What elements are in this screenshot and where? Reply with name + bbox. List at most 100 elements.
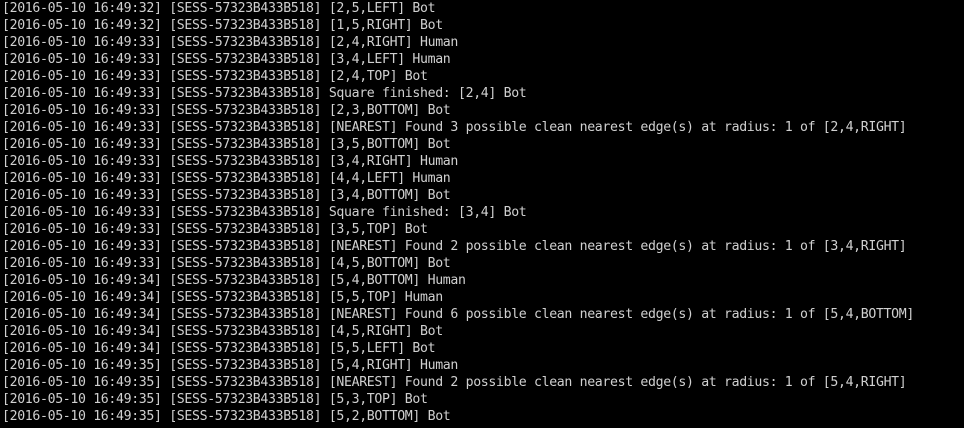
log-message: [3,4,BOTTOM] Bot: [328, 188, 451, 203]
log-session-id: [SESS-57323B433B518]: [169, 69, 322, 84]
log-line: [2016-05-10 16:49:33] [SESS-57323B433B51…: [2, 238, 914, 255]
terminal-window[interactable]: [2016-05-10 16:49:32] [SESS-57323B433B51…: [0, 0, 964, 428]
log-line: [2016-05-10 16:49:33] [SESS-57323B433B51…: [2, 34, 914, 51]
log-session-id: [SESS-57323B433B518]: [169, 273, 322, 288]
log-message: [4,5,RIGHT] Bot: [328, 324, 443, 339]
log-session-id: [SESS-57323B433B518]: [169, 256, 322, 271]
log-timestamp: [2016-05-10 16:49:33]: [2, 222, 162, 237]
log-line: [2016-05-10 16:49:34] [SESS-57323B433B51…: [2, 340, 914, 357]
log-timestamp: [2016-05-10 16:49:32]: [2, 1, 162, 16]
log-line: [2016-05-10 16:49:35] [SESS-57323B433B51…: [2, 357, 914, 374]
log-message: [1,5,RIGHT] Bot: [328, 18, 443, 33]
log-session-id: [SESS-57323B433B518]: [169, 137, 322, 152]
log-timestamp: [2016-05-10 16:49:33]: [2, 239, 162, 254]
log-timestamp: [2016-05-10 16:49:33]: [2, 256, 162, 271]
log-message: [2,5,LEFT] Bot: [328, 1, 436, 16]
log-timestamp: [2016-05-10 16:49:33]: [2, 86, 162, 101]
log-message: [5,5,LEFT] Bot: [328, 341, 436, 356]
log-message: [NEAREST] Found 2 possible clean nearest…: [328, 375, 907, 390]
log-timestamp: [2016-05-10 16:49:33]: [2, 137, 162, 152]
log-timestamp: [2016-05-10 16:49:34]: [2, 341, 162, 356]
log-message: [4,4,LEFT] Human: [328, 171, 451, 186]
log-timestamp: [2016-05-10 16:49:33]: [2, 69, 162, 84]
log-timestamp: [2016-05-10 16:49:34]: [2, 290, 162, 305]
log-line: [2016-05-10 16:49:34] [SESS-57323B433B51…: [2, 306, 914, 323]
log-message: [4,5,BOTTOM] Bot: [328, 256, 451, 271]
log-message: [NEAREST] Found 6 possible clean nearest…: [328, 307, 915, 322]
log-timestamp: [2016-05-10 16:49:33]: [2, 171, 162, 186]
log-timestamp: [2016-05-10 16:49:32]: [2, 18, 162, 33]
log-timestamp: [2016-05-10 16:49:33]: [2, 35, 162, 50]
log-message: [5,4,BOTTOM] Human: [328, 273, 466, 288]
log-session-id: [SESS-57323B433B518]: [169, 35, 322, 50]
log-line: [2016-05-10 16:49:35] [SESS-57323B433B51…: [2, 374, 914, 391]
log-line: [2016-05-10 16:49:32] [SESS-57323B433B51…: [2, 17, 914, 34]
log-line: [2016-05-10 16:49:34] [SESS-57323B433B51…: [2, 272, 914, 289]
log-timestamp: [2016-05-10 16:49:35]: [2, 375, 162, 390]
log-line: [2016-05-10 16:49:33] [SESS-57323B433B51…: [2, 153, 914, 170]
log-timestamp: [2016-05-10 16:49:33]: [2, 120, 162, 135]
log-timestamp: [2016-05-10 16:49:35]: [2, 409, 162, 424]
log-timestamp: [2016-05-10 16:49:33]: [2, 205, 162, 220]
log-session-id: [SESS-57323B433B518]: [169, 409, 322, 424]
log-timestamp: [2016-05-10 16:49:33]: [2, 103, 162, 118]
log-message: [NEAREST] Found 2 possible clean nearest…: [328, 239, 907, 254]
log-session-id: [SESS-57323B433B518]: [169, 154, 322, 169]
log-timestamp: [2016-05-10 16:49:34]: [2, 324, 162, 339]
log-session-id: [SESS-57323B433B518]: [169, 1, 322, 16]
log-message: [2,3,BOTTOM] Bot: [328, 103, 451, 118]
log-timestamp: [2016-05-10 16:49:35]: [2, 358, 162, 373]
log-session-id: [SESS-57323B433B518]: [169, 358, 322, 373]
log-line: [2016-05-10 16:49:33] [SESS-57323B433B51…: [2, 119, 914, 136]
log-session-id: [SESS-57323B433B518]: [169, 120, 322, 135]
log-line: [2016-05-10 16:49:35] [SESS-57323B433B51…: [2, 391, 914, 408]
log-session-id: [SESS-57323B433B518]: [169, 18, 322, 33]
log-session-id: [SESS-57323B433B518]: [169, 52, 322, 67]
log-message: [5,3,TOP] Bot: [328, 392, 428, 407]
log-line: [2016-05-10 16:49:33] [SESS-57323B433B51…: [2, 51, 914, 68]
log-line: [2016-05-10 16:49:33] [SESS-57323B433B51…: [2, 136, 914, 153]
log-line: [2016-05-10 16:49:33] [SESS-57323B433B51…: [2, 221, 914, 238]
log-line: [2016-05-10 16:49:33] [SESS-57323B433B51…: [2, 85, 914, 102]
log-line: [2016-05-10 16:49:33] [SESS-57323B433B51…: [2, 170, 914, 187]
log-session-id: [SESS-57323B433B518]: [169, 392, 322, 407]
log-line: [2016-05-10 16:49:34] [SESS-57323B433B51…: [2, 323, 914, 340]
log-line: [2016-05-10 16:49:33] [SESS-57323B433B51…: [2, 255, 914, 272]
log-message: [3,4,RIGHT] Human: [328, 154, 459, 169]
log-message: Square finished: [3,4] Bot: [328, 205, 527, 220]
log-session-id: [SESS-57323B433B518]: [169, 307, 322, 322]
log-line: [2016-05-10 16:49:33] [SESS-57323B433B51…: [2, 187, 914, 204]
log-message: [3,4,LEFT] Human: [328, 52, 451, 67]
log-session-id: [SESS-57323B433B518]: [169, 222, 322, 237]
log-session-id: [SESS-57323B433B518]: [169, 188, 322, 203]
log-line: [2016-05-10 16:49:33] [SESS-57323B433B51…: [2, 102, 914, 119]
log-session-id: [SESS-57323B433B518]: [169, 205, 322, 220]
log-message: [5,5,TOP] Human: [328, 290, 443, 305]
log-timestamp: [2016-05-10 16:49:33]: [2, 52, 162, 67]
log-line: [2016-05-10 16:49:35] [SESS-57323B433B51…: [2, 408, 914, 425]
log-timestamp: [2016-05-10 16:49:34]: [2, 273, 162, 288]
log-message: [5,4,RIGHT] Human: [328, 358, 459, 373]
log-message: [3,5,BOTTOM] Bot: [328, 137, 451, 152]
log-timestamp: [2016-05-10 16:49:35]: [2, 392, 162, 407]
log-line: [2016-05-10 16:49:32] [SESS-57323B433B51…: [2, 0, 914, 17]
log-timestamp: [2016-05-10 16:49:33]: [2, 154, 162, 169]
log-session-id: [SESS-57323B433B518]: [169, 86, 322, 101]
log-session-id: [SESS-57323B433B518]: [169, 103, 322, 118]
log-timestamp: [2016-05-10 16:49:33]: [2, 188, 162, 203]
log-session-id: [SESS-57323B433B518]: [169, 239, 322, 254]
log-output: [2016-05-10 16:49:32] [SESS-57323B433B51…: [2, 0, 914, 425]
log-session-id: [SESS-57323B433B518]: [169, 290, 322, 305]
log-message: [NEAREST] Found 3 possible clean nearest…: [328, 120, 907, 135]
log-session-id: [SESS-57323B433B518]: [169, 375, 322, 390]
log-line: [2016-05-10 16:49:33] [SESS-57323B433B51…: [2, 68, 914, 85]
log-message: Square finished: [2,4] Bot: [328, 86, 527, 101]
log-line: [2016-05-10 16:49:34] [SESS-57323B433B51…: [2, 289, 914, 306]
log-session-id: [SESS-57323B433B518]: [169, 341, 322, 356]
log-message: [2,4,RIGHT] Human: [328, 35, 459, 50]
log-message: [5,2,BOTTOM] Bot: [328, 409, 451, 424]
log-message: [2,4,TOP] Bot: [328, 69, 428, 84]
log-message: [3,5,TOP] Bot: [328, 222, 428, 237]
log-line: [2016-05-10 16:49:33] [SESS-57323B433B51…: [2, 204, 914, 221]
log-timestamp: [2016-05-10 16:49:34]: [2, 307, 162, 322]
